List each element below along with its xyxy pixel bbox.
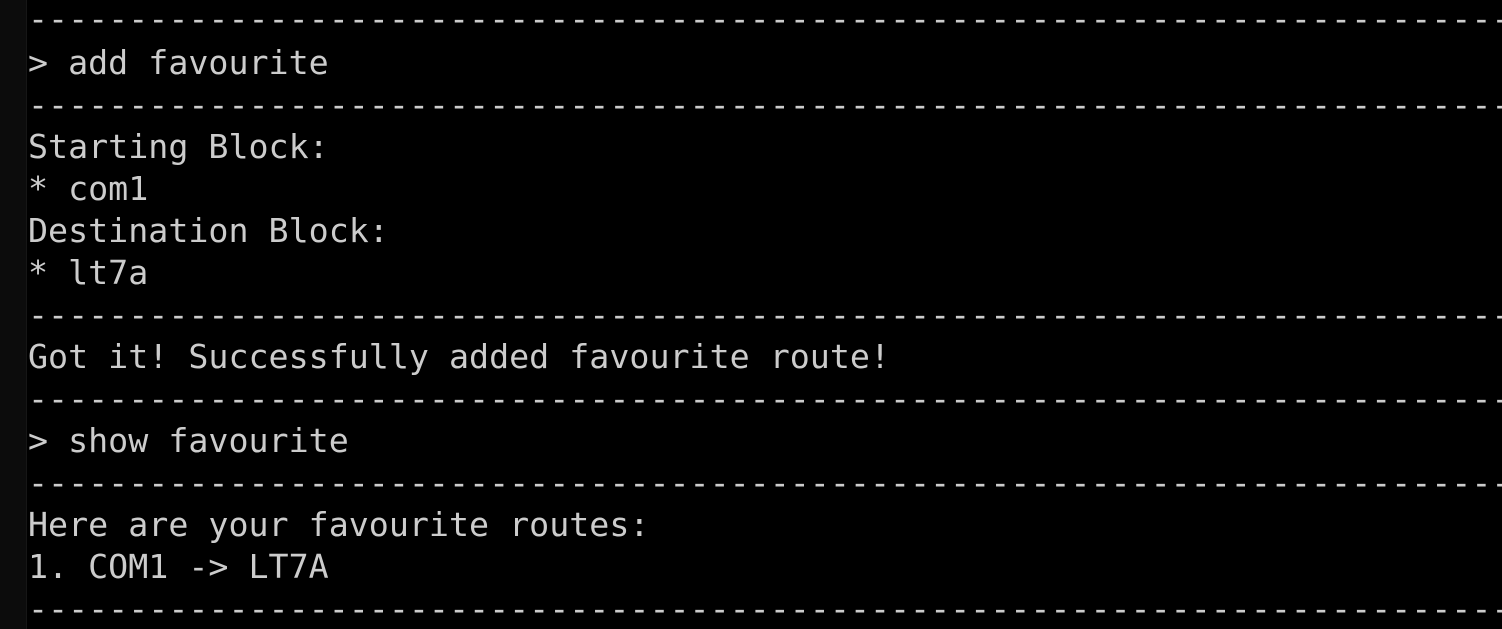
divider-line: ----------------------------------------… (28, 0, 1502, 38)
divider-line: ----------------------------------------… (28, 463, 1502, 502)
command-add-favourite: > add favourite (28, 43, 329, 82)
favourite-routes-heading: Here are your favourite routes: (28, 505, 650, 544)
terminal-left-margin (0, 0, 27, 629)
divider-line: ----------------------------------------… (28, 85, 1502, 124)
terminal-window[interactable]: ----------------------------------------… (0, 0, 1502, 629)
divider-line: ----------------------------------------… (28, 589, 1502, 628)
destination-block-value: * lt7a (28, 253, 149, 292)
success-message: Got it! Successfully added favourite rou… (28, 337, 890, 376)
divider-line: ----------------------------------------… (28, 295, 1502, 334)
divider-line: ----------------------------------------… (28, 379, 1502, 418)
starting-block-value: * com1 (28, 169, 149, 208)
destination-block-label: Destination Block: (28, 211, 389, 250)
command-show-favourite: > show favourite (28, 421, 349, 460)
starting-block-label: Starting Block: (28, 127, 329, 166)
favourite-route-item: 1. COM1 -> LT7A (28, 547, 329, 586)
